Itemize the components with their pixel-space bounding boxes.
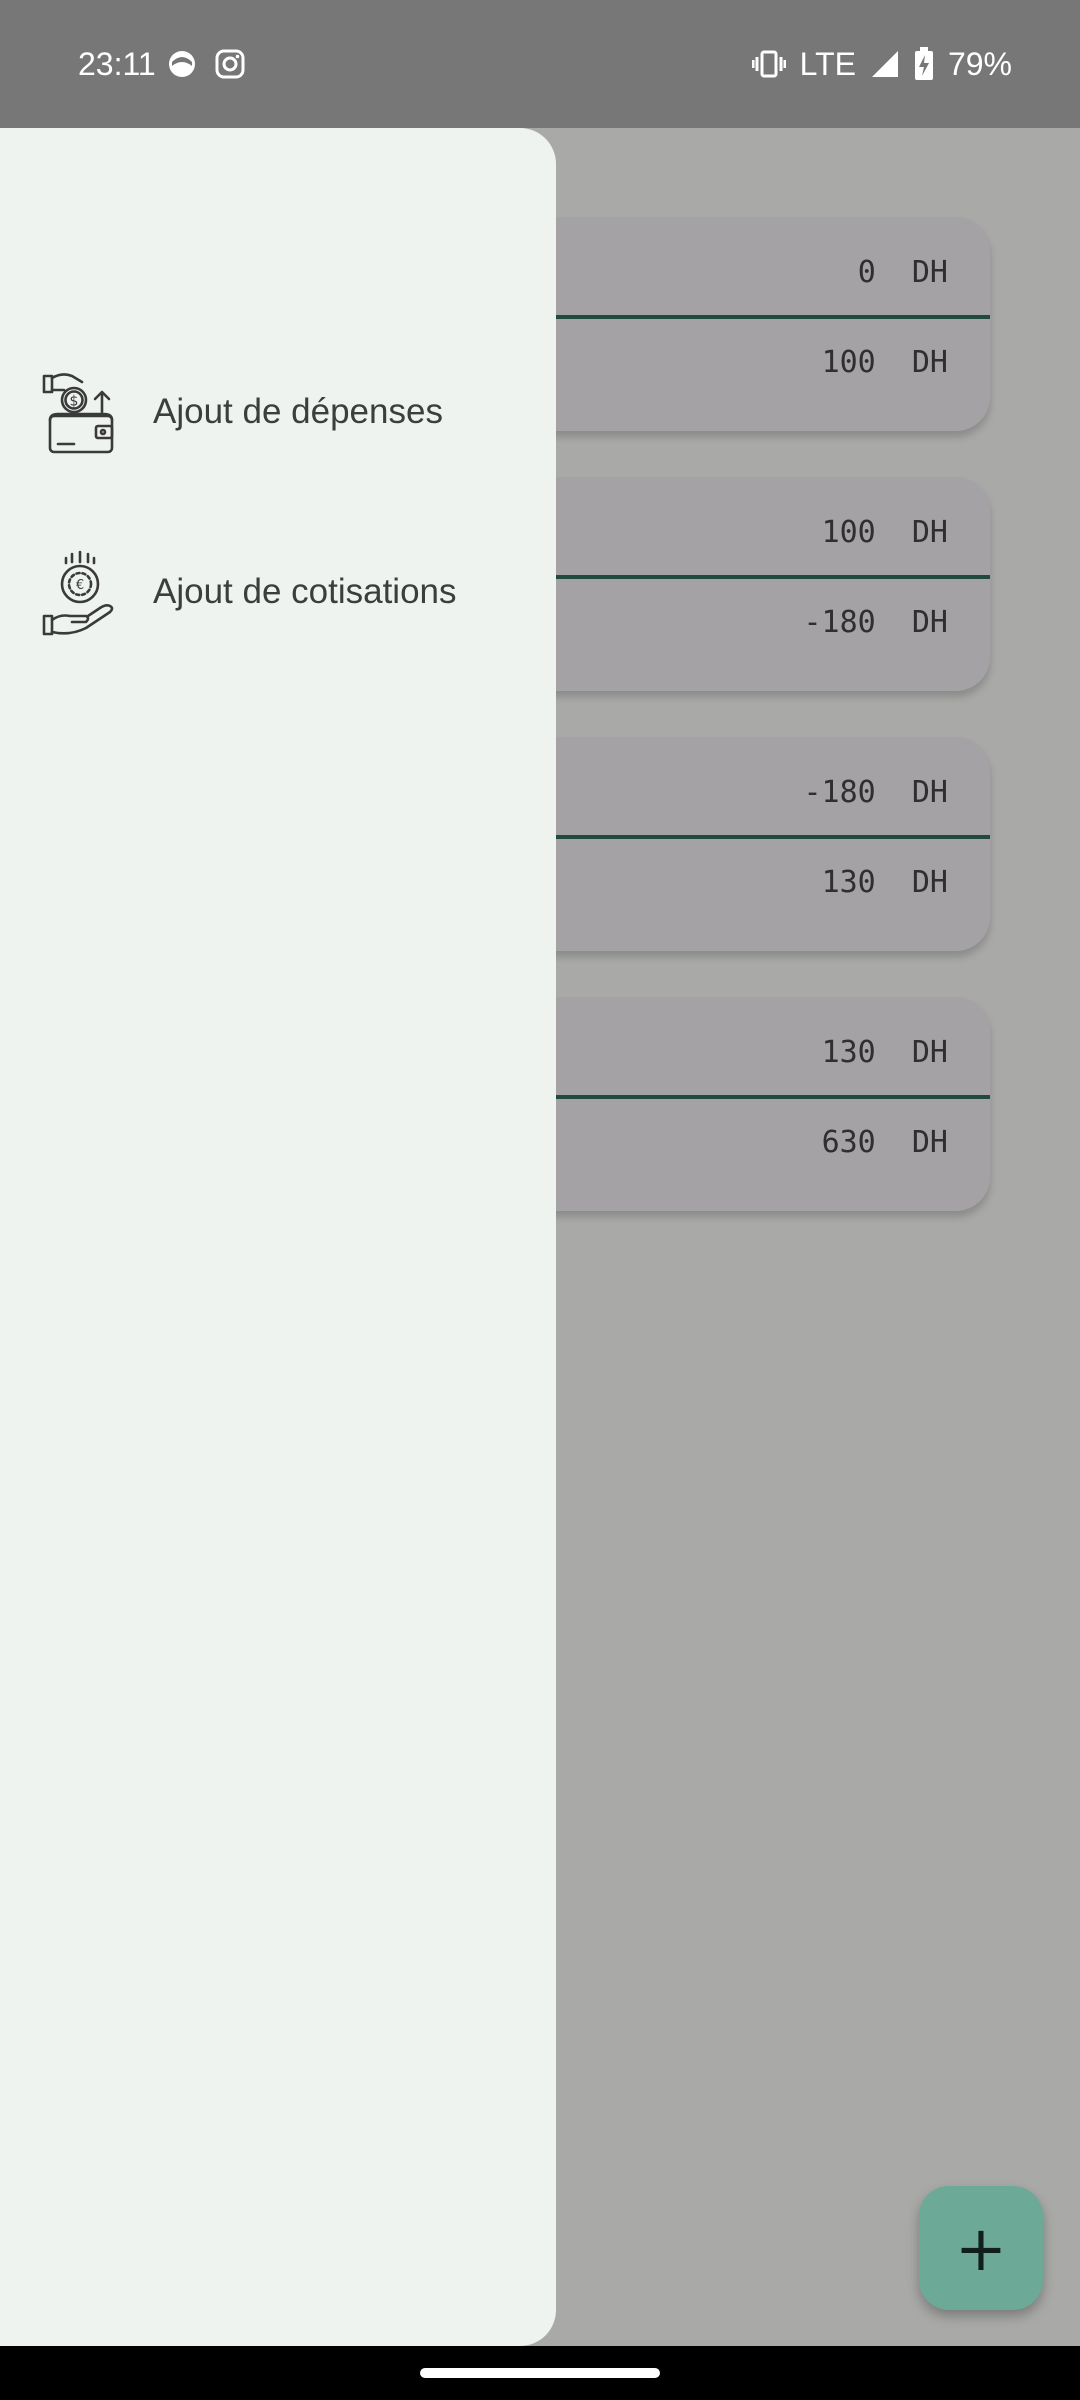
app-screen: 23:11 LTE 79% 0 DH 100 DH 100 DH -180 DH… [0,0,1080,2400]
card-top-value: 100 DH [821,515,948,550]
card-top-value: -180 DH [803,775,949,810]
svg-text:€: € [76,578,84,593]
card-bottom-value: -180 DH [803,605,949,640]
network-type: LTE [799,45,856,82]
wallet-expense-icon: $ [42,373,114,454]
card-top-value: 130 DH [821,1035,948,1070]
status-time: 23:11 [78,46,156,82]
home-gesture-handle[interactable] [420,2368,660,2378]
vibrate-icon [751,50,786,78]
navigation-drawer: $ Ajout de dépenses € Ajout de cotisatio… [0,128,556,2346]
drawer-item-add-expense[interactable]: $ Ajout de dépenses [0,348,556,478]
add-fab-button[interactable]: + [919,2186,1043,2310]
add-icon: + [955,2211,1007,2285]
card-bottom-value: 630 DH [821,1125,948,1160]
hand-coin-icon: € [42,550,114,636]
card-bottom-value: 130 DH [821,865,948,900]
card-top-value: 0 DH [857,255,948,290]
battery-charging-icon [914,47,933,80]
drawer-item-label: Ajout de dépenses [153,392,443,431]
battery-percent: 79% [947,45,1012,82]
status-bar: 23:11 LTE 79% [0,0,1080,128]
notification-icon [169,51,195,77]
svg-text:$: $ [70,394,79,410]
instagram-icon [215,49,245,79]
system-navigation-bar [0,2346,1080,2400]
status-right-group: LTE 79% [751,40,1012,88]
drawer-item-label: Ajout de cotisations [153,572,457,611]
card-bottom-value: 100 DH [821,345,948,380]
drawer-item-add-contribution[interactable]: € Ajout de cotisations [0,528,556,658]
signal-icon [871,51,898,77]
